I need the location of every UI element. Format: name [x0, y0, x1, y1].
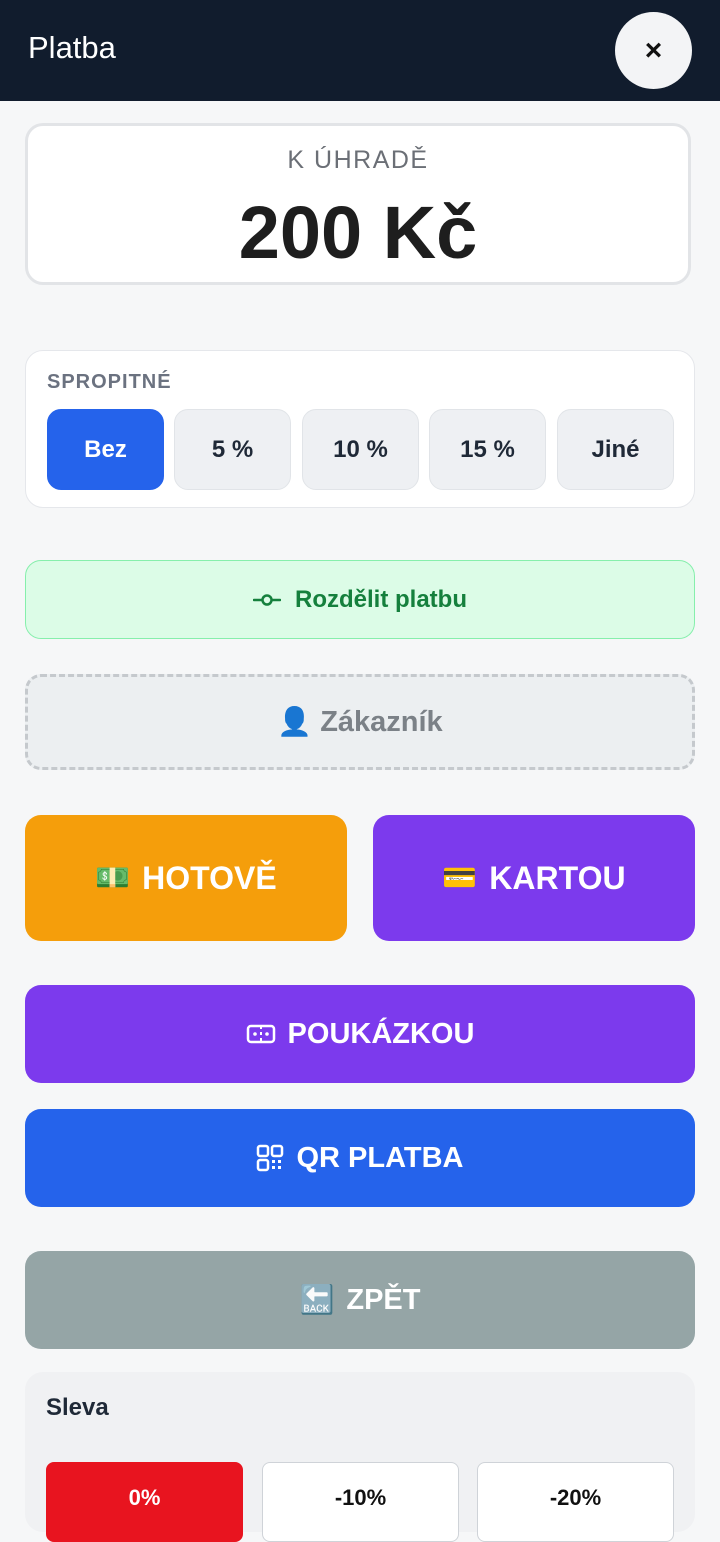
back-label: ZPĚT: [346, 1283, 421, 1316]
split-payment-button[interactable]: Rozdělit platbu: [25, 560, 695, 639]
close-button[interactable]: ×: [615, 12, 692, 89]
tip-option-15[interactable]: 15 %: [429, 409, 546, 490]
pay-voucher-label: POUKÁZKOU: [287, 1017, 475, 1050]
discount-option-20[interactable]: -20%: [477, 1462, 674, 1542]
back-button[interactable]: 🔙 ZPĚT: [25, 1251, 695, 1349]
pay-card-button[interactable]: 💳 KARTOU: [373, 815, 695, 941]
discount-title: Sleva: [46, 1394, 109, 1421]
tip-section: SPROPITNÉ Bez 5 % 10 % 15 % Jiné: [25, 350, 695, 508]
amount-due-card: K ÚHRADĚ 200 Kč: [25, 123, 691, 285]
amount-due-label: K ÚHRADĚ: [287, 146, 429, 174]
cash-icon: 💵: [95, 862, 131, 893]
tip-option-5[interactable]: 5 %: [174, 409, 291, 490]
close-icon: ×: [644, 33, 663, 67]
customer-button[interactable]: 👤 Zákazník: [25, 674, 695, 770]
tip-label: SPROPITNÉ: [47, 371, 172, 393]
back-arrow-icon: 🔙: [299, 1284, 335, 1315]
page-title: Platba: [28, 30, 116, 65]
app-header: Platba ×: [0, 0, 720, 101]
discount-option-0[interactable]: 0%: [46, 1462, 243, 1542]
amount-due-value: 200 Kč: [238, 191, 478, 274]
pay-card-label: KARTOU: [489, 859, 626, 896]
discount-section: Sleva 0% -10% -20%: [25, 1372, 695, 1542]
pay-voucher-button[interactable]: POUKÁZKOU: [25, 985, 695, 1083]
pay-cash-button[interactable]: 💵 HOTOVĚ: [25, 815, 347, 941]
tip-option-other[interactable]: Jiné: [557, 409, 674, 490]
pay-cash-label: HOTOVĚ: [142, 859, 277, 896]
credit-card-icon: 💳: [442, 862, 478, 893]
pay-qr-label: QR PLATBA: [296, 1141, 464, 1174]
ticket-icon: [246, 1023, 276, 1045]
pay-qr-button[interactable]: QR PLATBA: [25, 1109, 695, 1207]
split-payment-label: Rozdělit platbu: [295, 585, 467, 613]
person-icon: 👤: [277, 706, 313, 737]
discount-option-10[interactable]: -10%: [262, 1462, 459, 1542]
customer-label: Zákazník: [320, 705, 443, 738]
tip-option-none[interactable]: Bez: [47, 409, 164, 490]
split-icon: [253, 592, 281, 608]
tip-option-10[interactable]: 10 %: [302, 409, 419, 490]
qr-icon: [256, 1144, 284, 1172]
